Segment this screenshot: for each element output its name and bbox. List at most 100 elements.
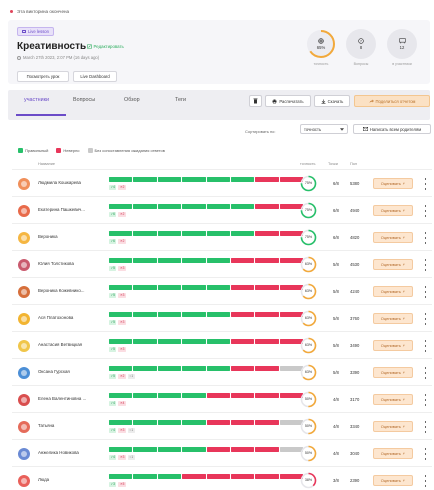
answer-segment	[182, 258, 206, 263]
answer-segment	[255, 339, 279, 344]
table-row[interactable]: Люда ✓ 3 ✕ 5 38% 3/8 2390 Оценивать ⚡	[12, 466, 432, 490]
answer-segment	[206, 177, 230, 182]
classroom-icon	[398, 38, 406, 44]
table-row[interactable]: Юлия Толстикова ✓ 5 ✕ 3 63% 5/8 4530 Оценивать ⚡	[12, 250, 432, 278]
answer-segment	[255, 393, 279, 398]
more-options-icon[interactable]	[424, 232, 427, 244]
table-row[interactable]: Анжелика Новикова ✓ 4 ✕ 3 ○ 1 50% 4/8 3040 Оценива…	[12, 439, 432, 467]
correct-count-chip: ✓ 5	[109, 293, 117, 298]
clock-icon	[17, 55, 21, 60]
live-dashboard-button[interactable]: Live Dashboard	[73, 71, 117, 82]
more-options-icon[interactable]	[424, 340, 427, 352]
avatar	[18, 205, 30, 217]
answer-segment	[182, 177, 206, 182]
legend-unanswered-label: Без сопоставления ожидания ответов	[94, 148, 165, 153]
more-options-icon[interactable]	[424, 286, 427, 298]
grade-button[interactable]: Оценивать ⚡	[373, 340, 413, 351]
student-name: Анастасия Ветвицкая	[38, 342, 83, 347]
wrong-count-chip: ✕ 2	[118, 212, 126, 217]
student-points: 3760	[350, 316, 360, 321]
trash-icon	[253, 98, 258, 104]
wrong-count-chip: ✕ 3	[118, 347, 126, 352]
tab-questions[interactable]: Вопросы	[73, 97, 95, 103]
unanswered-count-chip: ○ 1	[127, 455, 135, 460]
answer-segment	[182, 447, 206, 452]
correct-count-chip: ✓ 4	[109, 401, 117, 406]
lightning-icon: ⚡	[402, 235, 406, 240]
edit-label: Редактировать	[93, 44, 124, 49]
grade-button[interactable]: Оценивать ⚡	[373, 313, 413, 324]
table-row[interactable]: Елена Валентиновна ... ✓ 4 ✕ 4 50% 4/8 3170 Оцен…	[12, 385, 432, 413]
correct-count-chip: ✓ 6	[109, 239, 117, 244]
message-parents-button[interactable]: Написать всем родителям	[353, 124, 431, 134]
active-tab-indicator	[16, 114, 66, 116]
answer-segment	[109, 393, 133, 398]
answers-bar	[109, 258, 303, 263]
table-row[interactable]: Оксана Гурская ✓ 5 ✕ 2 ○ 1 63% 5/8 3390 Оценивать ⚡	[12, 358, 432, 386]
grade-button[interactable]: Оценивать ⚡	[373, 205, 413, 216]
student-points: 2390	[350, 478, 360, 483]
answer-segment	[109, 447, 133, 452]
more-options-icon[interactable]	[424, 475, 427, 487]
tab-tags[interactable]: Теги	[175, 97, 186, 103]
sort-select[interactable]: точность	[300, 124, 348, 134]
answer-segment	[230, 393, 255, 398]
grade-button[interactable]: Оценивать ⚡	[373, 259, 413, 270]
more-options-icon[interactable]	[424, 421, 427, 433]
more-options-icon[interactable]	[424, 205, 427, 217]
grade-button[interactable]: Оценивать ⚡	[373, 394, 413, 405]
answer-segment	[157, 258, 182, 263]
live-lesson-badge: Live lesson	[17, 27, 54, 36]
table-row[interactable]: Татьяна ✓ 4 ✕ 3 ○ 1 50% 4/8 3340 Оценивать ⚡	[12, 412, 432, 440]
student-score: 6/8	[333, 235, 339, 240]
edit-link[interactable]: Редактировать	[87, 44, 124, 49]
correct-count-chip: ✓ 5	[109, 374, 117, 379]
table-row[interactable]: Анастасия Ветвицкая ✓ 5 ✕ 3 63% 5/8 3490 Оценива…	[12, 331, 432, 359]
avatar	[18, 421, 30, 433]
delete-button[interactable]	[249, 95, 262, 107]
tab-overview[interactable]: Обзор	[124, 97, 140, 103]
more-options-icon[interactable]	[424, 394, 427, 406]
answer-counts: ✓ 5 ✕ 3	[109, 320, 126, 325]
grade-button[interactable]: Оценивать ⚡	[373, 367, 413, 378]
badge-label: Live lesson	[28, 29, 49, 34]
table-row[interactable]: Вероника ✓ 6 ✕ 2 75% 6/8 4820 Оценивать ⚡	[12, 223, 432, 251]
answer-segment	[182, 474, 206, 479]
answer-counts: ✓ 6 ✕ 2	[109, 212, 126, 217]
accuracy-percent: 63%	[304, 289, 313, 293]
avatar	[18, 448, 30, 460]
print-button[interactable]: Распечатать	[265, 95, 311, 107]
more-options-icon[interactable]	[424, 367, 427, 379]
grade-button[interactable]: Оценивать ⚡	[373, 421, 413, 432]
more-options-icon[interactable]	[424, 448, 427, 460]
download-button[interactable]: Скачать	[314, 95, 350, 107]
grade-button[interactable]: Оценивать ⚡	[373, 232, 413, 243]
student-name: Вероника Кожевнико...	[38, 288, 85, 293]
wrong-swatch-icon	[56, 148, 62, 153]
table-row[interactable]: Ася Платохонова ✓ 5 ✕ 3 63% 5/8 3760 Оценивать ⚡	[12, 304, 432, 332]
answer-segment	[255, 258, 279, 263]
grade-button[interactable]: Оценивать ⚡	[373, 178, 413, 189]
more-options-icon[interactable]	[424, 178, 427, 190]
grade-button[interactable]: Оценивать ⚡	[373, 286, 413, 297]
answer-segment	[133, 312, 157, 317]
tab-participants[interactable]: участники	[24, 97, 49, 103]
accuracy-ring: 75%	[300, 202, 317, 219]
answer-segment	[157, 231, 182, 236]
view-lesson-button[interactable]: Посмотреть урок	[17, 71, 69, 82]
legend-wrong-label: Неверно	[63, 148, 80, 153]
table-row[interactable]: Екатерина Пашкевич... ✓ 6 ✕ 2 75% 6/8 4940 Оцени…	[12, 196, 432, 224]
share-report-button[interactable]: Поделиться отчетом	[354, 95, 430, 107]
answer-segment	[182, 285, 206, 290]
answer-segment	[255, 474, 279, 479]
grade-button[interactable]: Оценивать ⚡	[373, 475, 413, 486]
more-options-icon[interactable]	[424, 313, 427, 325]
table-row[interactable]: Людмила Кошкарева ✓ 4 ✕ 2 75% 6/8 5380 Оценивать…	[12, 169, 432, 197]
accuracy-ring: 75%	[300, 175, 317, 192]
more-options-icon[interactable]	[424, 259, 427, 271]
view-lesson-label: Посмотреть урок	[26, 74, 60, 79]
answer-segment	[133, 231, 157, 236]
student-points: 3170	[350, 397, 360, 402]
grade-button[interactable]: Оценивать ⚡	[373, 448, 413, 459]
table-row[interactable]: Вероника Кожевнико... ✓ 5 ✕ 3 63% 5/8 4240 Оцени…	[12, 277, 432, 305]
